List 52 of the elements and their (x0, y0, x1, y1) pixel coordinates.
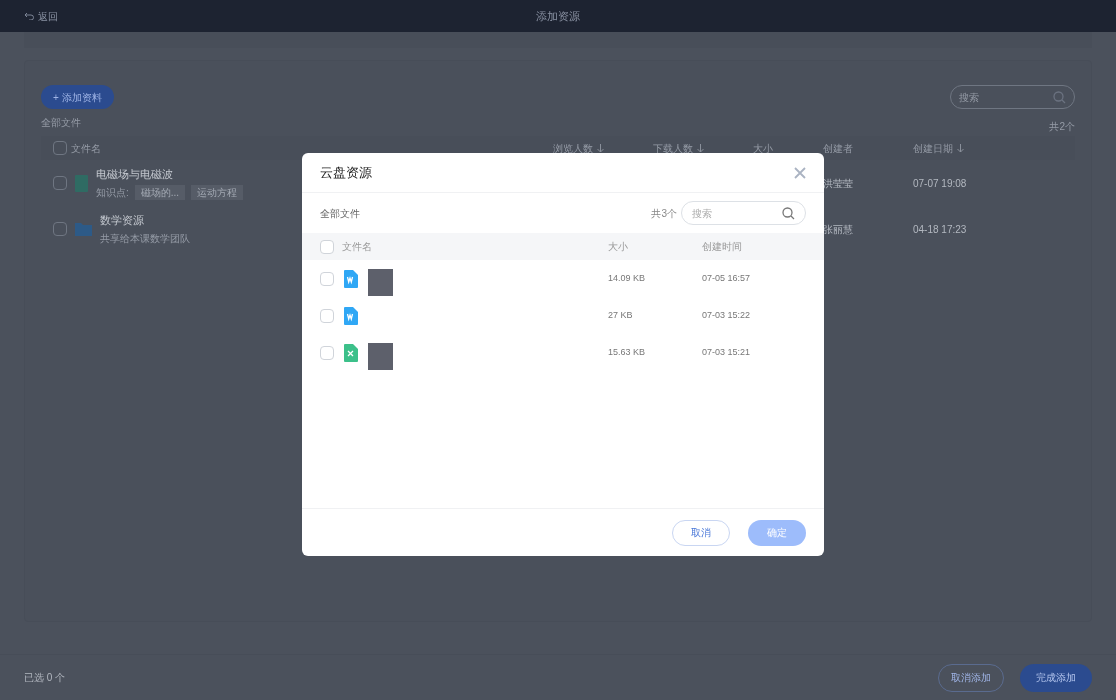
creator-cell-text: 洪莹莹 (823, 176, 854, 191)
column-header: 大小 (753, 141, 773, 156)
time-cell-text: 07-03 15:22 (702, 308, 752, 322)
file-count: 共3个 (651, 206, 677, 221)
column-header: 下载人数 (653, 141, 693, 156)
creator-cell-text: 张丽慧 (823, 222, 854, 237)
sort-arrow-icon[interactable] (697, 143, 704, 153)
date-cell-text: 07-07 19:08 (913, 176, 968, 191)
column-header: 创建时间 (702, 240, 743, 254)
word-document-icon (344, 306, 358, 325)
time-cell-text: 07-03 15:21 (702, 345, 752, 359)
tags-label: 知识点: (96, 185, 129, 200)
search-icon (782, 206, 795, 220)
sort-arrow-icon[interactable] (957, 143, 964, 153)
column-header: 浏览人数 (553, 141, 593, 156)
add-material-button[interactable]: + 添加资料 (41, 85, 114, 109)
breadcrumb: 全部文件 (41, 116, 81, 130)
time-cell-text: 07-05 16:57 (702, 271, 752, 285)
search-icon (1053, 90, 1066, 104)
file-name[interactable]: 电磁场与电磁波 (96, 166, 244, 183)
size-cell-text: 14.09 KB (608, 271, 647, 285)
checkbox[interactable] (53, 141, 67, 155)
spreadsheet-icon (344, 343, 358, 362)
column-header: 大小 (608, 240, 629, 254)
selected-count: 已选 0 个 (24, 671, 66, 685)
date-cell-text: 04-18 17:23 (913, 222, 968, 237)
size-cell-text: 27 KB (608, 308, 634, 322)
file-count: 共2个 (1049, 120, 1075, 134)
folder-icon (75, 222, 92, 236)
word-document-icon (344, 269, 358, 288)
search-placeholder: 搜索 (692, 206, 712, 221)
dialog-title: 云盘资源 (320, 163, 372, 182)
breadcrumb: 全部文件 (320, 206, 360, 221)
column-header: 创建者 (823, 141, 853, 156)
tag: 运动方程 (191, 184, 244, 200)
sort-arrow-icon[interactable] (597, 143, 604, 153)
checkbox[interactable] (53, 176, 67, 190)
size-cell-text: 15.63 KB (608, 345, 647, 359)
back-arrow-icon[interactable] (24, 12, 34, 20)
column-header: 文件名 (71, 141, 101, 156)
back-link[interactable]: 返回 (38, 8, 58, 24)
finish-add-button[interactable]: 完成添加 (1020, 663, 1092, 692)
column-header: 创建日期 (913, 141, 953, 156)
column-header: 文件名 (342, 240, 372, 254)
document-icon (75, 174, 88, 192)
close-icon[interactable] (794, 166, 806, 179)
tag: 磁场的... (134, 184, 186, 200)
file-subtitle: 共享给本课数学团队 (100, 231, 190, 246)
file-name[interactable]: 数学资源 (100, 212, 190, 229)
checkbox[interactable] (53, 222, 67, 236)
search-placeholder: 搜索 (959, 90, 979, 105)
window-title: 添加资源 (536, 8, 580, 24)
